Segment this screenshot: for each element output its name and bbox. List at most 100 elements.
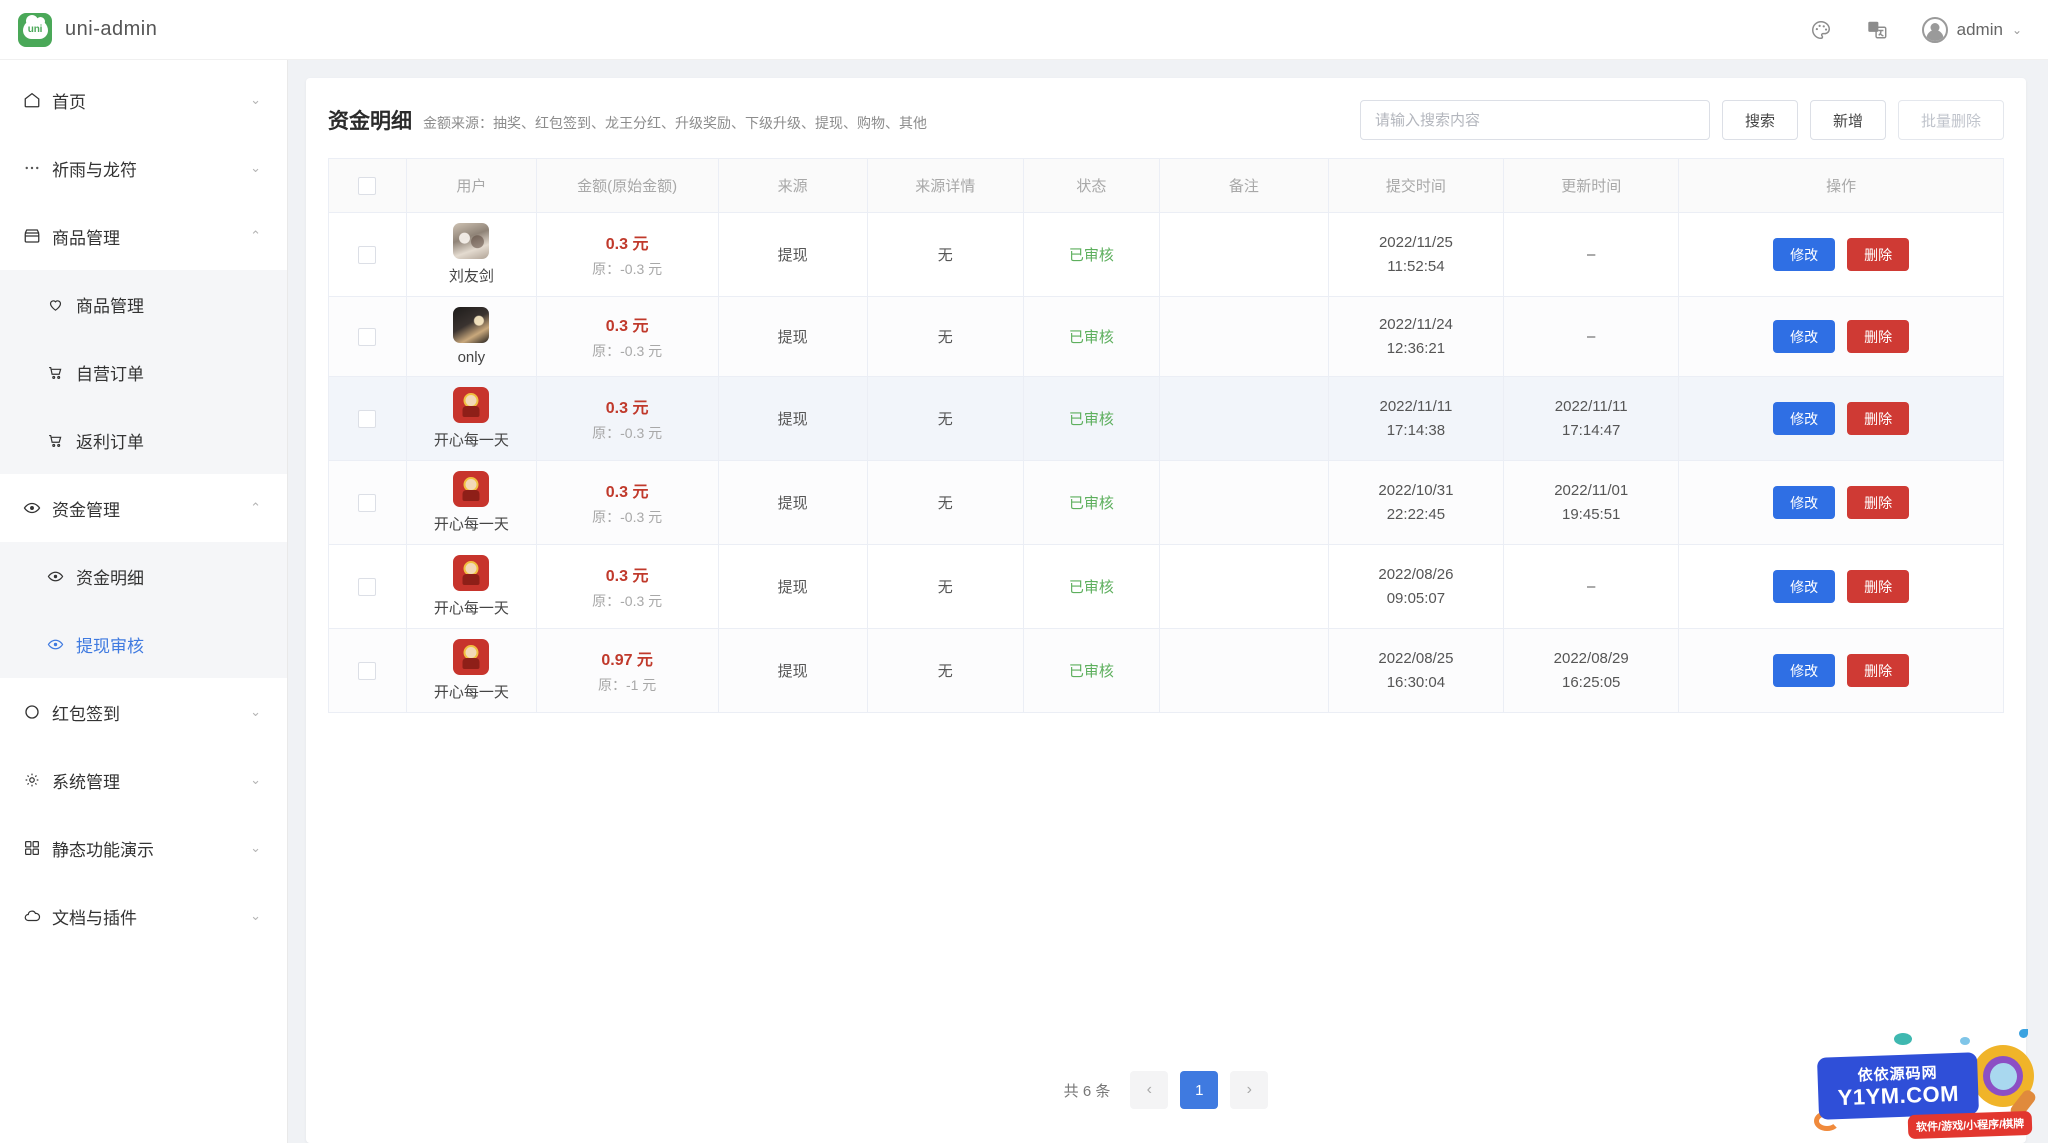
prev-page-button[interactable]: ‹ bbox=[1130, 1071, 1169, 1109]
sidebar-item-goods-list[interactable]: 商品管理 bbox=[0, 270, 287, 338]
source-cell: 提现 bbox=[717, 460, 868, 545]
status-cell: 已审核 bbox=[1022, 296, 1160, 377]
delete-button[interactable]: 删除 bbox=[1847, 238, 1910, 271]
total-count: 共 6 条 bbox=[1063, 1082, 1111, 1100]
row-select-cell bbox=[328, 376, 407, 461]
page-1-button[interactable]: 1 bbox=[1180, 1071, 1219, 1109]
search-input[interactable] bbox=[1359, 100, 1710, 140]
remark-cell bbox=[1158, 212, 1329, 297]
edit-button[interactable]: 修改 bbox=[1773, 486, 1836, 519]
grid-icon bbox=[22, 839, 41, 858]
user-menu[interactable]: admin ⌄ bbox=[1921, 16, 2022, 43]
app-shell: 首页 ⌄ 祈雨与龙符 ⌄ 商品管理 ⌃ 商品管理 自营订单 返利订单 资金管理 … bbox=[0, 60, 2048, 1143]
avatar bbox=[1921, 16, 1948, 43]
amount-value: 0.3 元 bbox=[605, 484, 649, 501]
sidebar-item-label: 系统管理 bbox=[52, 772, 120, 792]
sidebar-item-redpacket-signin[interactable]: 红包签到 ⌄ bbox=[0, 678, 287, 746]
translate-icon[interactable]: A bbox=[1866, 19, 1888, 41]
table-row[interactable]: only 0.3 元原：-0.3 元提现无已审核 2022/11/24 12:36:2… bbox=[328, 296, 2004, 377]
edit-button[interactable]: 修改 bbox=[1773, 402, 1836, 435]
update-time-cell: – bbox=[1503, 212, 1680, 297]
sidebar-item-fund-detail[interactable]: 资金明细 bbox=[0, 542, 287, 610]
sidebar-item-label: 返利订单 bbox=[76, 432, 144, 452]
delete-button[interactable]: 删除 bbox=[1847, 402, 1910, 435]
user-avatar bbox=[453, 387, 490, 423]
actions-cell: 修改 删除 bbox=[1678, 460, 2004, 545]
col-actions: 操作 bbox=[1678, 158, 2004, 213]
page-title: 资金明细 bbox=[328, 110, 412, 133]
edit-button[interactable]: 修改 bbox=[1773, 320, 1836, 353]
submit-time-cell: 2022/11/24 12:36:21 bbox=[1327, 296, 1505, 377]
delete-button[interactable]: 删除 bbox=[1847, 486, 1910, 519]
next-page-button[interactable]: › bbox=[1230, 1071, 1269, 1109]
chevron-down-icon: ⌄ bbox=[250, 840, 261, 855]
status-cell: 已审核 bbox=[1022, 460, 1160, 545]
amount-value: 0.3 元 bbox=[605, 400, 649, 417]
search-button[interactable]: 搜索 bbox=[1721, 100, 1798, 140]
col-update-time: 更新时间 bbox=[1503, 158, 1680, 213]
cart-icon bbox=[46, 363, 65, 382]
sidebar-item-fund-management[interactable]: 资金管理 ⌃ bbox=[0, 474, 287, 542]
table-row[interactable]: 开心每一天 0.3 元原：-0.3 元提现无已审核 2022/10/31 22:22:… bbox=[328, 460, 2004, 545]
update-time-cell: 2022/11/11 17:14:47 bbox=[1503, 376, 1680, 461]
sidebar-item-rain-dragon[interactable]: 祈雨与龙符 ⌄ bbox=[0, 134, 287, 202]
sidebar-item-docs-plugins[interactable]: 文档与插件 ⌄ bbox=[0, 882, 287, 950]
sidebar-item-label: 提现审核 bbox=[76, 636, 144, 656]
select-all-checkbox[interactable] bbox=[358, 176, 377, 195]
add-button[interactable]: 新增 bbox=[1809, 100, 1886, 140]
original-amount: 原：-0.3 元 bbox=[592, 425, 663, 441]
sidebar-item-label: 商品管理 bbox=[76, 296, 144, 316]
row-checkbox[interactable] bbox=[358, 327, 377, 346]
sidebar-item-home[interactable]: 首页 ⌄ bbox=[0, 66, 287, 134]
sidebar-item-static-demo[interactable]: 静态功能演示 ⌄ bbox=[0, 814, 287, 882]
brand[interactable]: uni uni-admin bbox=[18, 12, 157, 47]
sidebar-item-rebate-orders[interactable]: 返利订单 bbox=[0, 406, 287, 474]
remark-cell bbox=[1158, 296, 1329, 377]
source-detail-cell: 无 bbox=[866, 296, 1024, 377]
row-checkbox[interactable] bbox=[358, 245, 377, 264]
row-select-cell bbox=[328, 212, 407, 297]
edit-button[interactable]: 修改 bbox=[1773, 238, 1836, 271]
topbar-actions: A admin ⌄ bbox=[1810, 16, 2022, 43]
user-name: only bbox=[457, 349, 486, 366]
user-name: 刘友剑 bbox=[448, 268, 494, 285]
source-cell: 提现 bbox=[717, 296, 868, 377]
eye-icon bbox=[22, 499, 41, 518]
delete-button[interactable]: 删除 bbox=[1847, 320, 1910, 353]
amount-cell: 0.3 元原：-0.3 元 bbox=[535, 460, 719, 545]
remark-cell bbox=[1158, 460, 1329, 545]
update-time-cell: 2022/11/01 19:45:51 bbox=[1503, 460, 1680, 545]
sidebar-item-label: 文档与插件 bbox=[52, 908, 137, 928]
main-content: 资金明细 金额来源：抽奖、红包签到、龙王分红、升级奖励、下级升级、提现、购物、其… bbox=[288, 60, 2048, 1143]
row-checkbox[interactable] bbox=[358, 577, 377, 596]
heart-icon bbox=[46, 295, 65, 314]
original-amount: 原：-0.3 元 bbox=[592, 343, 663, 359]
sidebar-item-goods-management[interactable]: 商品管理 ⌃ bbox=[0, 202, 287, 270]
palette-icon[interactable] bbox=[1810, 19, 1832, 41]
sidebar-item-withdraw-review[interactable]: 提现审核 bbox=[0, 610, 287, 678]
row-checkbox[interactable] bbox=[358, 409, 377, 428]
submit-time-cell: 2022/10/31 22:22:45 bbox=[1327, 460, 1505, 545]
table-row[interactable]: 刘友剑 0.3 元原：-0.3 元提现无已审核 2022/11/25 11:52:54… bbox=[328, 212, 2004, 297]
actions-cell: 修改 删除 bbox=[1678, 296, 2004, 377]
col-submit-time: 提交时间 bbox=[1327, 158, 1505, 213]
chevron-down-icon: ⌄ bbox=[2011, 22, 2022, 37]
sidebar-item-label: 自营订单 bbox=[76, 364, 144, 384]
header-actions: 搜索 新增 批量删除 bbox=[1359, 100, 2004, 140]
circle-icon bbox=[22, 703, 41, 722]
table-row[interactable]: 开心每一天 0.3 元原：-0.3 元提现无已审核 2022/11/11 17:14:… bbox=[328, 376, 2004, 461]
logo-text: uni bbox=[27, 24, 43, 35]
dots-icon bbox=[22, 159, 41, 178]
card-title-group: 资金明细 金额来源：抽奖、红包签到、龙王分红、升级奖励、下级升级、提现、购物、其… bbox=[328, 105, 927, 135]
remark-cell bbox=[1158, 376, 1329, 461]
user-cell: only bbox=[405, 296, 537, 377]
row-checkbox[interactable] bbox=[358, 493, 377, 512]
delete-button[interactable]: 删除 bbox=[1847, 570, 1910, 603]
edit-button[interactable]: 修改 bbox=[1773, 570, 1836, 603]
col-status: 状态 bbox=[1022, 158, 1160, 213]
sidebar-item-self-orders[interactable]: 自营订单 bbox=[0, 338, 287, 406]
uni-logo-icon: uni bbox=[18, 12, 52, 47]
svg-text:A: A bbox=[1871, 22, 1876, 31]
sidebar-item-system-management[interactable]: 系统管理 ⌄ bbox=[0, 746, 287, 814]
user-avatar bbox=[453, 639, 490, 675]
